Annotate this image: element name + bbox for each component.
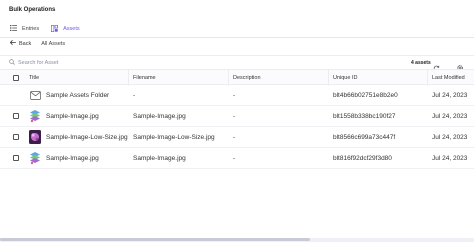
- tab-assets-label: Assets: [63, 26, 80, 32]
- asset-count: 4 assets: [411, 60, 431, 66]
- header-title[interactable]: Title: [29, 75, 39, 81]
- arrow-left-icon: [9, 40, 16, 47]
- column-divider: [228, 70, 229, 86]
- cell-description: -: [233, 113, 236, 120]
- table-row[interactable]: Sample-Image.jpg Sample-Image.jpg - blt8…: [0, 148, 474, 169]
- header-last-modified[interactable]: Last Modified: [432, 75, 465, 81]
- cell-description: -: [233, 92, 236, 99]
- cell-last-modified: Jul 24, 2023: [432, 113, 468, 120]
- tab-entries-label: Entries: [22, 26, 40, 32]
- select-all-checkbox[interactable]: [13, 75, 19, 81]
- header-filename[interactable]: Filename: [133, 75, 156, 81]
- breadcrumb-current: All Assets: [41, 40, 66, 47]
- tab-assets[interactable]: Assets: [45, 21, 86, 38]
- cell-filename: -: [133, 92, 136, 99]
- row-checkbox[interactable]: [13, 134, 19, 140]
- assets-icon: [51, 24, 59, 34]
- search-input[interactable]: [18, 60, 108, 66]
- cell-unique-id: blt4b66b02751e8b2e0: [333, 92, 398, 99]
- cell-filename: Sample-Image.jpg: [133, 155, 186, 162]
- image-thumbnail: [29, 109, 41, 123]
- page-title: Bulk Operations: [9, 7, 56, 13]
- toolbar: 4 assets: [0, 55, 474, 72]
- row-checkbox[interactable]: [13, 155, 19, 161]
- header-description[interactable]: Description: [233, 75, 261, 81]
- column-divider: [128, 70, 129, 86]
- cell-unique-id: blt1558b338bc190f27: [333, 113, 396, 120]
- back-button[interactable]: Back: [9, 40, 32, 47]
- table-row[interactable]: Sample-Image.jpg Sample-Image.jpg - blt1…: [0, 106, 474, 127]
- image-thumbnail: [29, 130, 41, 144]
- folder-icon: [29, 88, 41, 102]
- cell-description: -: [233, 134, 236, 141]
- cell-filename: Sample-Image-Low-Size.jpg: [133, 134, 215, 141]
- cell-description: -: [233, 155, 236, 162]
- assets-table: Title Filename Description Unique ID Las…: [0, 69, 474, 169]
- tab-bar: Entries Assets: [4, 21, 86, 38]
- cell-title[interactable]: Sample Assets Folder: [46, 92, 109, 99]
- image-thumbnail: [29, 151, 41, 165]
- header-unique-id[interactable]: Unique ID: [333, 75, 357, 81]
- cell-title[interactable]: Sample-Image.jpg: [46, 113, 99, 120]
- cell-unique-id: blt8566c699a73c447f: [333, 134, 396, 141]
- cell-last-modified: Jul 24, 2023: [432, 134, 468, 141]
- cell-filename: Sample-Image.jpg: [133, 113, 186, 120]
- table-row[interactable]: Sample-Image-Low-Size.jpg Sample-Image-L…: [0, 127, 474, 148]
- search-icon: [9, 59, 15, 67]
- row-checkbox[interactable]: [13, 113, 19, 119]
- cell-unique-id: blt816f92dcf29f3d80: [333, 155, 392, 162]
- column-divider: [328, 70, 329, 86]
- table-header: Title Filename Description Unique ID Las…: [0, 69, 474, 86]
- tab-divider: [0, 37, 474, 38]
- table-row[interactable]: Sample Assets Folder - - blt4b66b02751e8…: [0, 85, 474, 106]
- column-divider: [427, 70, 428, 86]
- breadcrumb: Back All Assets: [9, 40, 66, 47]
- scrollbar-thumb[interactable]: [0, 238, 310, 241]
- back-label: Back: [19, 40, 32, 47]
- cell-last-modified: Jul 24, 2023: [432, 155, 468, 162]
- cell-last-modified: Jul 24, 2023: [432, 92, 468, 99]
- search-box: [9, 59, 108, 67]
- entries-icon: [10, 25, 17, 33]
- tab-entries[interactable]: Entries: [4, 21, 45, 37]
- cell-title[interactable]: Sample-Image.jpg: [46, 155, 99, 162]
- cell-title[interactable]: Sample-Image-Low-Size.jpg: [46, 134, 128, 141]
